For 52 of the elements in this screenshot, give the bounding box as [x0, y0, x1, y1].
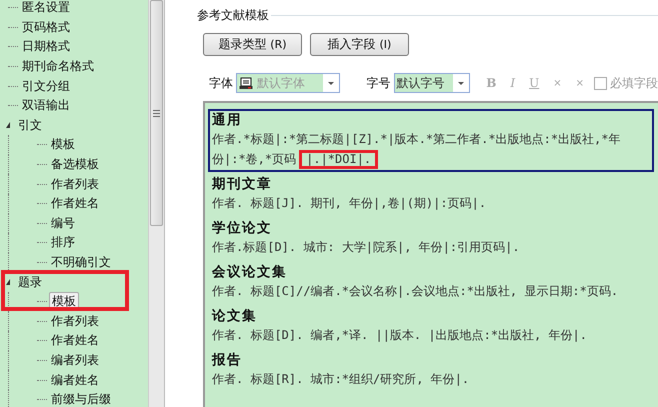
- template-title: 通用: [212, 111, 243, 129]
- tree-item[interactable]: 模板: [49, 136, 77, 154]
- template-entry[interactable]: 通用 作者.*标题|:*第二标题|[Z].*|版本.*第二作者.*出版地点:*出版社,*年份|:*卷,*页码 |.|*DOI|.: [208, 109, 654, 172]
- template-title: 报告: [212, 351, 243, 369]
- template-title: 学位论文: [212, 219, 273, 237]
- template-editor[interactable]: [203, 101, 658, 407]
- template-text: 作者. 标题[J]. 期刊, 年份|,卷|(期)|:页码|.: [212, 195, 488, 212]
- scrollbar[interactable]: [148, 0, 164, 407]
- template-text: 作者.*标题|:*第二标题|[Z].*|版本.*第二作者.*出版地点:*出版社,*年份|:*卷,*页码 |.|*DOI|.: [212, 129, 650, 169]
- tree-item[interactable]: 日期格式: [20, 38, 72, 56]
- template-title: 论文集: [212, 307, 258, 325]
- size-dropdown[interactable]: 默认字号: [394, 73, 470, 93]
- group-title: 参考文献模板: [197, 7, 269, 24]
- template-entry[interactable]: 报告 作者. 标题[R]. 城市:*组织/研究所, 年份|.: [208, 349, 654, 392]
- tree-item[interactable]: 排序: [49, 234, 77, 252]
- tree-item[interactable]: 引文分组: [20, 78, 72, 95]
- printer-icon: [239, 76, 253, 90]
- template-text: 作者.标题[D]. 城市: 大学|院系|, 年份|:引用页码|.: [212, 239, 521, 256]
- tree-item[interactable]: 编号: [49, 214, 77, 232]
- field-label: 字号: [366, 74, 391, 92]
- checkbox-label: 必填字段: [610, 74, 658, 92]
- template-entry[interactable]: 会议论文集 作者. 标题[C]//编者.*会议名称|.会议地点:*出版社, 显示日期:*页码.: [208, 261, 654, 304]
- collapse-arrow-icon[interactable]: [6, 279, 10, 286]
- tree-item[interactable]: 匿名设置: [20, 0, 72, 16]
- tree-item[interactable]: 编者姓名: [49, 372, 101, 389]
- tree-item[interactable]: 页码格式: [20, 18, 72, 36]
- toolbar-button[interactable]: 插入字段 (I): [310, 33, 409, 56]
- tree-item[interactable]: 双语输出: [20, 97, 72, 114]
- checkbox[interactable]: [594, 76, 607, 90]
- toolbar-button[interactable]: 题录类型 (R): [203, 33, 302, 56]
- tree-item[interactable]: 不明确引文: [49, 254, 113, 272]
- scrollbar-thumb[interactable]: [150, 0, 163, 226]
- template-entry[interactable]: 期刊文章 作者. 标题[J]. 期刊, 年份|,卷|(期)|:页码|.: [208, 173, 654, 216]
- template-entry[interactable]: 学位论文 作者.标题[D]. 城市: 大学|院系|, 年份|:引用页码|.: [208, 217, 654, 260]
- template-title: 会议论文集: [212, 263, 288, 281]
- tree-item[interactable]: 备选模板: [49, 156, 101, 174]
- template-title: 期刊文章: [212, 175, 273, 193]
- collapse-arrow-icon[interactable]: [6, 122, 10, 128]
- template-text: 作者. 标题[D]. 编者,*译. ||版本. |出版地点:*出版社, 年份|.: [212, 327, 588, 344]
- template-text: 作者. 标题[C]//编者.*会议名称|.会议地点:*出版社, 显示日期:*页码.: [212, 283, 620, 300]
- tree-item[interactable]: 作者列表: [49, 312, 101, 330]
- tree-item[interactable]: 作者姓名: [49, 332, 101, 350]
- template-text: 作者. 标题[R]. 城市:*组织/研究所, 年份|.: [212, 371, 470, 388]
- tree-item[interactable]: 期刊命名格式: [20, 58, 96, 76]
- tree-item[interactable]: 编者列表: [49, 352, 101, 369]
- field-label: 字体: [209, 74, 233, 92]
- template-entry[interactable]: 论文集 作者. 标题[D]. 编者,*译. ||版本. |出版地点:*出版社, 年份|.: [208, 305, 654, 348]
- tree-item[interactable]: 题录: [16, 274, 44, 291]
- tree-item[interactable]: 引文: [16, 116, 44, 134]
- tree-item[interactable]: 前缀与后缀: [49, 391, 113, 407]
- tree-item[interactable]: 作者列表: [49, 176, 101, 193]
- tree-item[interactable]: 作者姓名: [49, 195, 101, 212]
